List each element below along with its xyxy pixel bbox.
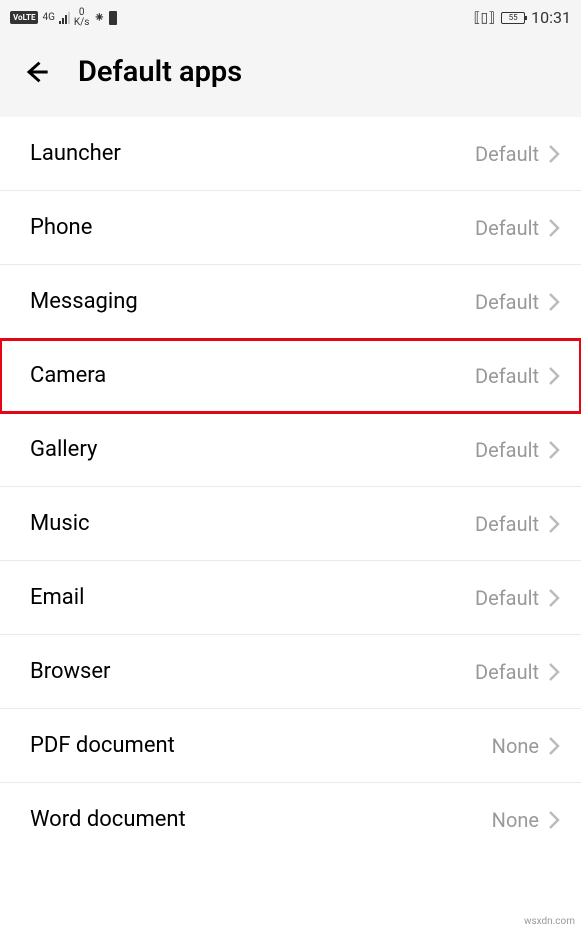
settings-list: Launcher Default Phone Default Messaging Defa…: [0, 117, 581, 856]
item-label: Phone: [30, 215, 92, 240]
speed-unit: K/s: [74, 18, 90, 28]
item-value: Default: [475, 660, 539, 684]
speed-value: 0: [79, 8, 85, 18]
status-bar: VoLTE 4G 0 K/s ⁕ ⟦▯⟧ 55 10:31: [0, 0, 581, 35]
battery-icon: 55: [501, 12, 525, 24]
item-label: Browser: [30, 659, 111, 684]
bluetooth-icon: ⁕: [93, 10, 105, 26]
item-right: Default: [475, 660, 561, 684]
item-right: None: [492, 734, 561, 758]
signal-icon: [59, 12, 70, 24]
status-left: VoLTE 4G 0 K/s ⁕: [10, 8, 117, 28]
item-value: Default: [475, 216, 539, 240]
item-label: Camera: [30, 363, 106, 388]
item-right: Default: [475, 438, 561, 462]
list-item-music[interactable]: Music Default: [0, 487, 581, 561]
list-item-word-document[interactable]: Word document None: [0, 783, 581, 856]
item-right: Default: [475, 216, 561, 240]
item-label: Messaging: [30, 289, 138, 314]
item-label: PDF document: [30, 733, 175, 758]
item-value: Default: [475, 512, 539, 536]
list-item-messaging[interactable]: Messaging Default: [0, 265, 581, 339]
chevron-right-icon: [547, 588, 561, 608]
chevron-right-icon: [547, 514, 561, 534]
item-label: Word document: [30, 807, 186, 832]
chevron-right-icon: [547, 218, 561, 238]
header: Default apps: [0, 35, 581, 117]
item-value: Default: [475, 290, 539, 314]
list-item-gallery[interactable]: Gallery Default: [0, 413, 581, 487]
item-value: Default: [475, 364, 539, 388]
list-item-email[interactable]: Email Default: [0, 561, 581, 635]
volte-indicator: VoLTE: [10, 11, 38, 24]
status-right: ⟦▯⟧ 55 10:31: [474, 8, 571, 27]
list-item-browser[interactable]: Browser Default: [0, 635, 581, 709]
chevron-right-icon: [547, 366, 561, 386]
item-right: None: [492, 808, 561, 832]
item-label: Email: [30, 585, 84, 610]
item-value: Default: [475, 586, 539, 610]
chevron-right-icon: [547, 292, 561, 312]
chevron-right-icon: [547, 810, 561, 830]
list-item-launcher[interactable]: Launcher Default: [0, 117, 581, 191]
item-right: Default: [475, 586, 561, 610]
item-right: Default: [475, 512, 561, 536]
item-label: Gallery: [30, 437, 97, 462]
network-type: 4G: [42, 13, 54, 23]
back-arrow-icon: [22, 58, 50, 86]
list-item-camera[interactable]: Camera Default: [0, 339, 581, 413]
item-value: Default: [475, 142, 539, 166]
chevron-right-icon: [547, 662, 561, 682]
item-right: Default: [475, 364, 561, 388]
back-button[interactable]: [20, 56, 52, 88]
battery-level: 55: [509, 13, 518, 22]
item-right: Default: [475, 290, 561, 314]
chevron-right-icon: [547, 144, 561, 164]
battery-small-icon: [109, 11, 117, 25]
item-value: None: [492, 734, 539, 758]
vibrate-icon: ⟦▯⟧: [474, 10, 496, 26]
item-value: None: [492, 808, 539, 832]
item-right: Default: [475, 142, 561, 166]
item-label: Launcher: [30, 141, 121, 166]
chevron-right-icon: [547, 440, 561, 460]
list-item-pdf-document[interactable]: PDF document None: [0, 709, 581, 783]
list-item-phone[interactable]: Phone Default: [0, 191, 581, 265]
watermark: wsxdn.com: [524, 916, 575, 927]
chevron-right-icon: [547, 736, 561, 756]
item-value: Default: [475, 438, 539, 462]
item-label: Music: [30, 511, 90, 536]
page-title: Default apps: [78, 55, 242, 89]
clock: 10:31: [531, 8, 571, 27]
